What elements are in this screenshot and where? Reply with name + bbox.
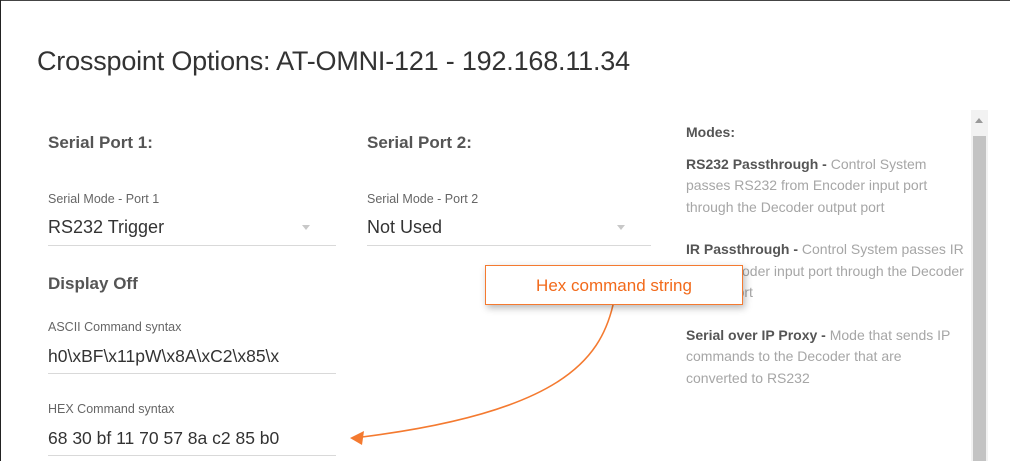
hex-command-callout: Hex command string [485, 265, 743, 305]
callout-label: Hex command string [536, 276, 692, 295]
callout-arrow [350, 304, 614, 445]
